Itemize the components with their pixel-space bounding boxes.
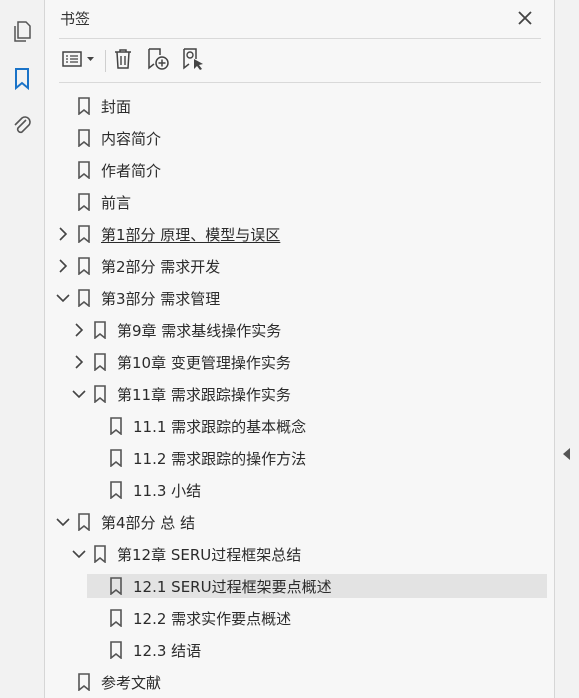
- bookmark-item[interactable]: 12.1 SERU过程框架要点概述: [87, 574, 547, 598]
- right-panel-strip: [554, 0, 579, 698]
- bookmark-icon: [109, 481, 123, 499]
- close-icon[interactable]: [516, 9, 534, 27]
- bookmark-from-selection-icon: [181, 47, 205, 75]
- chevron-down-icon[interactable]: [71, 546, 87, 562]
- chevron-down-icon[interactable]: [71, 386, 87, 402]
- bookmark-icon: [77, 193, 91, 211]
- bookmark-item[interactable]: 第9章 需求基线操作实务: [71, 318, 281, 342]
- bookmark-label: 11.3 小结: [133, 481, 202, 500]
- bookmark-label: 12.1 SERU过程框架要点概述: [133, 577, 332, 596]
- options-menu-button[interactable]: [60, 48, 98, 74]
- bookmark-icon: [77, 513, 91, 531]
- new-bookmark-icon: [146, 47, 170, 75]
- delete-bookmark-button[interactable]: [111, 48, 135, 74]
- bookmark-icon[interactable]: [10, 67, 34, 91]
- bookmark-icon: [109, 449, 123, 467]
- bookmark-label: 封面: [101, 97, 132, 116]
- chevron-right-icon[interactable]: [55, 258, 71, 274]
- bookmark-item[interactable]: 前言: [55, 190, 131, 214]
- bookmark-label: 内容简介: [101, 129, 162, 148]
- bookmark-icon: [109, 417, 123, 435]
- chevron-down-icon[interactable]: [55, 290, 71, 306]
- bookmark-item[interactable]: 11.1 需求跟踪的基本概念: [87, 414, 306, 438]
- bookmark-icon: [93, 353, 107, 371]
- bookmark-label: 11.2 需求跟踪的操作方法: [133, 449, 307, 468]
- chevron-right-icon[interactable]: [71, 322, 87, 338]
- bookmark-label: 第9章 需求基线操作实务: [117, 321, 282, 340]
- bookmarks-toolbar: [45, 44, 554, 80]
- options-menu-icon: [62, 50, 96, 72]
- new-bookmark-button[interactable]: [145, 48, 171, 74]
- divider: [59, 82, 541, 83]
- bookmark-icon: [109, 609, 123, 627]
- bookmark-label: 第4部分 总 结: [101, 513, 196, 532]
- bookmark-label: 第10章 变更管理操作实务: [117, 353, 291, 372]
- bookmark-icon: [93, 545, 107, 563]
- bookmark-item[interactable]: 12.3 结语: [87, 638, 201, 662]
- bookmark-label: 第3部分 需求管理: [101, 289, 221, 308]
- bookmark-label: 12.3 结语: [133, 641, 202, 660]
- bookmark-icon: [93, 321, 107, 339]
- panel-header: 书签: [45, 0, 554, 38]
- bookmark-icon: [77, 129, 91, 147]
- pages-icon[interactable]: [10, 20, 34, 44]
- bookmark-label: 参考文献: [101, 673, 162, 692]
- bookmark-item[interactable]: 11.3 小结: [87, 478, 201, 502]
- bookmark-icon: [109, 577, 123, 595]
- bookmark-label: 作者简介: [101, 161, 162, 180]
- bookmark-item[interactable]: 第12章 SERU过程框架总结: [71, 542, 301, 566]
- collapse-panel-icon[interactable]: [561, 447, 573, 461]
- bookmark-item[interactable]: 12.2 需求实作要点概述: [87, 606, 291, 630]
- bookmark-item[interactable]: 内容简介: [55, 126, 161, 150]
- bookmark-label: 12.2 需求实作要点概述: [133, 609, 292, 628]
- bookmark-icon: [93, 385, 107, 403]
- bookmark-item[interactable]: 作者简介: [55, 158, 161, 182]
- bookmark-icon: [77, 673, 91, 691]
- chevron-right-icon[interactable]: [55, 226, 71, 242]
- bookmark-from-selection-button[interactable]: [180, 48, 206, 74]
- delete-icon: [113, 48, 133, 74]
- bookmark-label: 第1部分 原理、模型与误区: [101, 225, 281, 244]
- attachment-icon[interactable]: [10, 113, 34, 137]
- bookmark-label: 前言: [101, 193, 132, 212]
- bookmark-label: 第12章 SERU过程框架总结: [117, 545, 302, 564]
- bookmark-icon: [109, 641, 123, 659]
- chevron-right-icon[interactable]: [71, 354, 87, 370]
- bookmark-item[interactable]: 封面: [55, 94, 131, 118]
- bookmark-item[interactable]: 第11章 需求跟踪操作实务: [71, 382, 291, 406]
- bookmark-item[interactable]: 第2部分 需求开发: [55, 254, 220, 278]
- panel-title: 书签: [60, 10, 91, 28]
- bookmark-item[interactable]: 第4部分 总 结: [55, 510, 195, 534]
- left-navigation-rail: [0, 0, 45, 698]
- chevron-down-icon[interactable]: [55, 514, 71, 530]
- bookmark-icon: [77, 257, 91, 275]
- bookmark-icon: [77, 97, 91, 115]
- bookmark-item[interactable]: 第1部分 原理、模型与误区: [55, 222, 280, 246]
- divider: [59, 38, 541, 39]
- bookmark-label: 11.1 需求跟踪的基本概念: [133, 417, 307, 436]
- bookmark-label: 第11章 需求跟踪操作实务: [117, 385, 291, 404]
- bookmark-item[interactable]: 参考文献: [55, 670, 161, 694]
- bookmark-item[interactable]: 11.2 需求跟踪的操作方法: [87, 446, 306, 470]
- toolbar-separator: [105, 50, 106, 72]
- bookmark-item[interactable]: 第3部分 需求管理: [55, 286, 220, 310]
- bookmark-item[interactable]: 第10章 变更管理操作实务: [71, 350, 291, 374]
- bookmark-icon: [77, 161, 91, 179]
- bookmarks-panel: 书签 封面 内容简介 作者简介 前言 第1部分 原理、模型与误区 第2部分 需求…: [45, 0, 554, 698]
- bookmark-icon: [77, 289, 91, 307]
- bookmark-label: 第2部分 需求开发: [101, 257, 221, 276]
- bookmark-icon: [77, 225, 91, 243]
